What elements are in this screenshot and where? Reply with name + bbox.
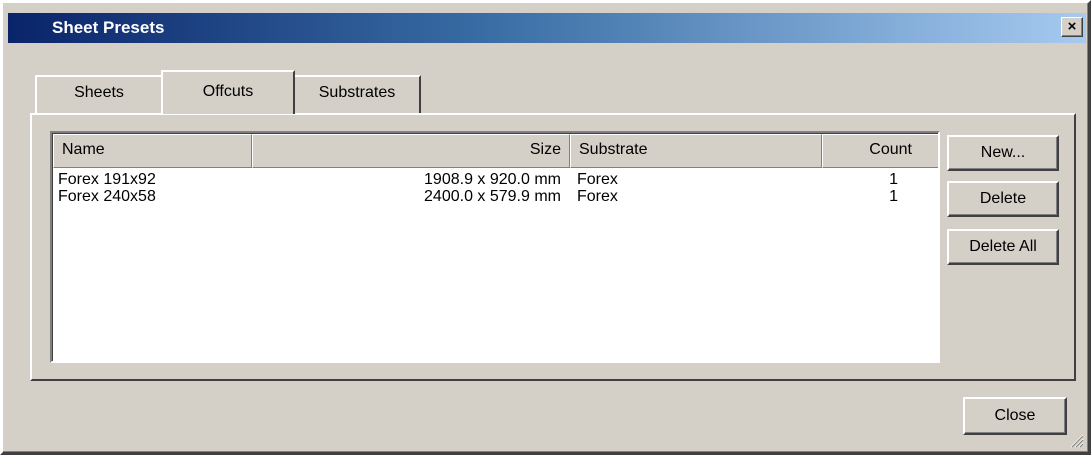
offcuts-list[interactable]: Name Size Substrate Count Forex 191x92 1… (50, 131, 940, 363)
resize-grip-icon[interactable] (1068, 432, 1084, 448)
new-button[interactable]: New... (947, 135, 1059, 171)
table-row[interactable]: Forex 191x92 1908.9 x 920.0 mm Forex 1 (53, 171, 938, 188)
list-header: Name Size Substrate Count (53, 134, 938, 168)
tab-substrates-label: Substrates (318, 84, 396, 101)
dialog-title: Sheet Presets (52, 18, 165, 37)
delete-all-button[interactable]: Delete All (947, 229, 1059, 265)
cell-count: 1 (889, 188, 898, 205)
cell-substrate: Forex (577, 188, 618, 205)
title-bar[interactable]: Sheet Presets × (8, 13, 1086, 43)
tab-offcuts-label: Offcuts (202, 83, 254, 100)
offcuts-tab-panel: Name Size Substrate Count Forex 191x92 1… (30, 113, 1076, 381)
table-row[interactable]: Forex 240x58 2400.0 x 579.9 mm Forex 1 (53, 188, 938, 205)
cell-count: 1 (889, 171, 898, 188)
cell-substrate: Forex (577, 171, 618, 188)
close-icon[interactable]: × (1061, 17, 1083, 37)
delete-button[interactable]: Delete (947, 181, 1059, 217)
column-header-substrate[interactable]: Substrate (570, 134, 822, 168)
cell-size: 1908.9 x 920.0 mm (424, 171, 561, 188)
cell-size: 2400.0 x 579.9 mm (424, 188, 561, 205)
tab-sheets[interactable]: Sheets (35, 75, 163, 113)
close-button[interactable]: Close (963, 397, 1067, 435)
tab-substrates[interactable]: Substrates (293, 75, 421, 113)
column-header-name[interactable]: Name (53, 134, 252, 168)
tab-offcuts[interactable]: Offcuts (161, 70, 295, 114)
column-header-count[interactable]: Count (822, 134, 938, 168)
cell-name: Forex 240x58 (58, 188, 156, 205)
column-header-size[interactable]: Size (252, 134, 570, 168)
cell-name: Forex 191x92 (58, 171, 156, 188)
tab-sheets-label: Sheets (74, 84, 124, 101)
sheet-presets-dialog: Sheet Presets × Sheets Offcuts Substrate… (0, 0, 1091, 455)
